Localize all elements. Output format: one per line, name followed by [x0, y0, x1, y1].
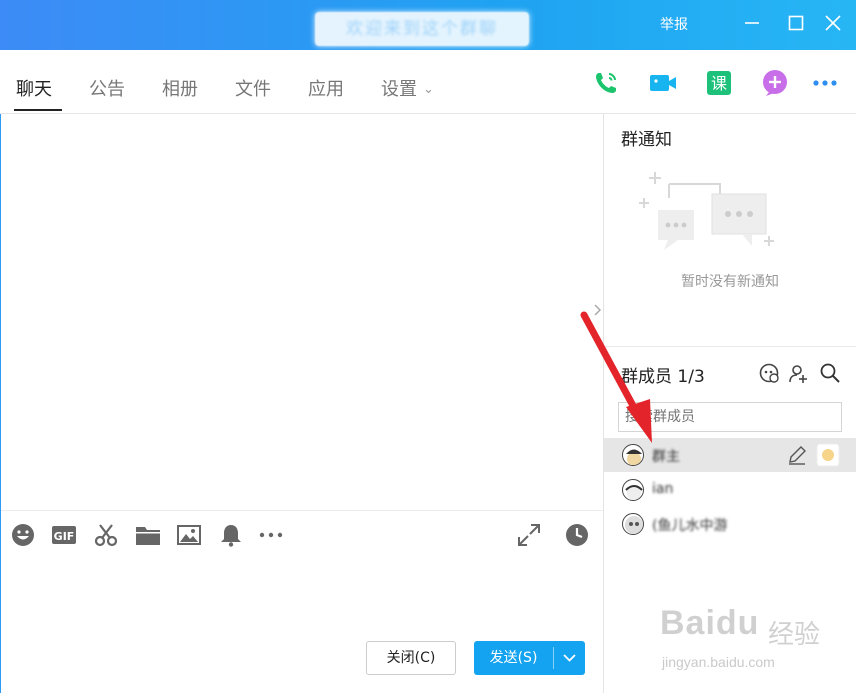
tab-chat[interactable]: 聊天 — [16, 75, 52, 101]
history-clock-icon[interactable] — [564, 522, 590, 548]
active-tab-indicator — [14, 109, 62, 111]
tab-settings[interactable]: 设置 ⌄ — [381, 75, 434, 101]
send-button[interactable]: 发送(S) — [474, 641, 585, 675]
search-member-icon[interactable] — [819, 362, 841, 384]
tab-bar: 聊天 公告 相册 文件 应用 设置 ⌄ 课 — [0, 50, 856, 114]
gif-icon-label: GIF — [54, 530, 75, 543]
avatar — [622, 513, 644, 535]
close-button[interactable]: 关闭(C) — [366, 641, 456, 675]
tab-announcement[interactable]: 公告 — [89, 75, 125, 101]
emoji-icon[interactable] — [10, 522, 36, 548]
bell-icon[interactable] — [218, 522, 244, 548]
member-manage-icon[interactable] — [758, 362, 780, 384]
input-divider — [1, 510, 603, 511]
owner-badge-icon — [816, 443, 840, 467]
image-icon[interactable] — [176, 522, 202, 548]
close-window-icon[interactable] — [822, 12, 844, 34]
more-tools-icon[interactable] — [258, 522, 284, 548]
notice-empty-text: 暂时没有新通知 — [681, 274, 779, 290]
report-button[interactable]: 举报 — [660, 14, 688, 34]
minimize-icon[interactable] — [741, 12, 763, 34]
watermark-url: jingyan.baidu.com — [662, 654, 775, 670]
watermark-cn: 经验 — [768, 620, 821, 650]
gif-icon[interactable]: GIF — [51, 522, 77, 548]
scissors-icon[interactable] — [93, 522, 119, 548]
expand-icon[interactable] — [516, 522, 542, 548]
maximize-icon[interactable] — [785, 12, 807, 34]
course-icon-label: 课 — [711, 74, 727, 93]
add-app-icon[interactable] — [760, 68, 790, 98]
tab-album[interactable]: 相册 — [162, 75, 198, 101]
send-options-chevron-icon[interactable] — [554, 641, 585, 675]
avatar-image-icon — [625, 485, 643, 500]
member-row[interactable]: (鱼儿水中游 — [604, 507, 856, 541]
tab-settings-label: 设置 — [381, 79, 417, 100]
member-name: (鱼儿水中游 — [652, 518, 728, 534]
course-icon[interactable]: 课 — [704, 68, 734, 98]
group-notice-title: 群通知 — [621, 130, 672, 150]
avatar — [622, 479, 644, 501]
chat-messages-area[interactable] — [1, 114, 603, 510]
more-options-icon[interactable] — [810, 68, 840, 98]
folder-icon[interactable] — [135, 522, 161, 548]
empty-notice-illustration-icon — [639, 172, 774, 250]
window-title: 欢迎来到这个群聊 — [346, 19, 498, 39]
video-call-icon[interactable] — [648, 68, 678, 98]
watermark-brand: Baidu — [660, 604, 760, 642]
window-title-blurred: 欢迎来到这个群聊 — [315, 12, 529, 46]
member-name: ian — [652, 481, 674, 497]
tab-apps[interactable]: 应用 — [308, 75, 344, 101]
edit-icon[interactable] — [786, 444, 808, 466]
chevron-down-icon: ⌄ — [423, 82, 434, 97]
tab-files[interactable]: 文件 — [235, 75, 271, 101]
annotation-arrow-icon — [580, 311, 652, 443]
send-button-label: 发送(S) — [489, 650, 538, 666]
title-bar: 欢迎来到这个群聊 举报 — [0, 0, 856, 50]
avatar-image-icon — [625, 516, 643, 534]
baidu-watermark: Baidu 经验 jingyan.baidu.com — [650, 598, 850, 678]
member-row[interactable]: ian — [604, 473, 856, 507]
phone-icon[interactable] — [591, 68, 621, 98]
add-member-icon[interactable] — [787, 362, 809, 384]
